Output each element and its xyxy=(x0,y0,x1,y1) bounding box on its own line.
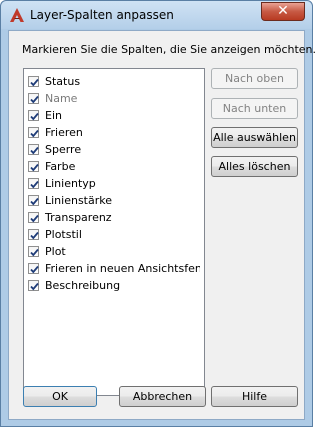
column-checkbox[interactable] xyxy=(28,161,39,172)
column-list-item[interactable]: Beschreibung xyxy=(28,277,200,294)
column-label: Linientyp xyxy=(45,177,96,190)
column-label: Frieren in neuen Ansichtsfenst... xyxy=(45,262,200,275)
column-label: Plot xyxy=(45,245,66,258)
window-title: Layer-Spalten anpassen xyxy=(30,8,174,22)
close-icon: ✕ xyxy=(277,3,289,19)
title-bar[interactable]: Layer-Spalten anpassen ✕ xyxy=(1,1,312,29)
column-checkbox[interactable] xyxy=(28,110,39,121)
column-checkbox[interactable] xyxy=(28,195,39,206)
column-checkbox[interactable] xyxy=(28,263,39,274)
column-list-item[interactable]: Plot xyxy=(28,243,200,260)
column-label: Farbe xyxy=(45,160,76,173)
checkmark-icon xyxy=(30,197,39,206)
column-list-item[interactable]: Plotstil xyxy=(28,226,200,243)
column-checkbox[interactable] xyxy=(28,229,39,240)
column-checkbox[interactable] xyxy=(28,76,39,87)
cancel-button[interactable]: Abbrechen xyxy=(119,386,206,407)
checkmark-icon xyxy=(30,163,39,172)
autocad-icon xyxy=(9,7,25,23)
checkmark-icon xyxy=(30,180,39,189)
column-list[interactable]: Status Name Ein Frieren Sperre Farbe Linientyp… xyxy=(23,68,205,396)
checkmark-icon xyxy=(30,231,39,240)
column-list-item[interactable]: Ein xyxy=(28,107,200,124)
select-all-button[interactable]: Alle auswählen xyxy=(211,127,298,148)
instruction-text: Markieren Sie die Spalten, die Sie anzei… xyxy=(22,43,317,56)
column-list-item[interactable]: Frieren in neuen Ansichtsfenst... xyxy=(28,260,200,277)
column-label: Sperre xyxy=(45,143,82,156)
column-label: Beschreibung xyxy=(45,279,121,292)
help-button[interactable]: Hilfe xyxy=(211,386,298,407)
dialog-window: Layer-Spalten anpassen ✕ Markieren Sie d… xyxy=(0,0,316,427)
column-list-item[interactable]: Farbe xyxy=(28,158,200,175)
checkmark-icon xyxy=(30,265,39,274)
checkmark-icon xyxy=(30,214,39,223)
column-list-item[interactable]: Linienstärke xyxy=(28,192,200,209)
checkmark-icon xyxy=(30,282,39,291)
move-up-button[interactable]: Nach oben xyxy=(211,68,298,89)
checkmark-icon xyxy=(30,112,39,121)
column-checkbox[interactable] xyxy=(28,178,39,189)
column-list-item[interactable]: Linientyp xyxy=(28,175,200,192)
checkmark-icon xyxy=(30,129,39,138)
ok-button[interactable]: OK xyxy=(23,386,97,407)
column-checkbox[interactable] xyxy=(28,93,39,104)
checkmark-icon xyxy=(30,146,39,155)
column-label: Plotstil xyxy=(45,228,82,241)
column-label: Frieren xyxy=(45,126,83,139)
column-list-item[interactable]: Sperre xyxy=(28,141,200,158)
column-checkbox[interactable] xyxy=(28,280,39,291)
column-list-item[interactable]: Transparenz xyxy=(28,209,200,226)
column-checkbox[interactable] xyxy=(28,127,39,138)
column-label: Ein xyxy=(45,109,62,122)
column-list-item[interactable]: Frieren xyxy=(28,124,200,141)
checkmark-icon xyxy=(30,78,39,87)
column-label: Linienstärke xyxy=(45,194,113,207)
column-list-item[interactable]: Status xyxy=(28,73,200,90)
column-label: Transparenz xyxy=(45,211,112,224)
clear-all-button[interactable]: Alles löschen xyxy=(211,156,298,177)
column-label: Name xyxy=(45,92,78,105)
column-checkbox[interactable] xyxy=(28,144,39,155)
close-button[interactable]: ✕ xyxy=(261,2,305,21)
column-list-item[interactable]: Name xyxy=(28,90,200,107)
move-down-button[interactable]: Nach unten xyxy=(211,98,298,119)
column-label: Status xyxy=(45,75,81,88)
column-checkbox[interactable] xyxy=(28,246,39,257)
column-checkbox[interactable] xyxy=(28,212,39,223)
dialog-body: Markieren Sie die Spalten, die Sie anzei… xyxy=(8,30,316,420)
checkmark-icon xyxy=(30,248,39,257)
checkmark-icon xyxy=(30,95,39,104)
